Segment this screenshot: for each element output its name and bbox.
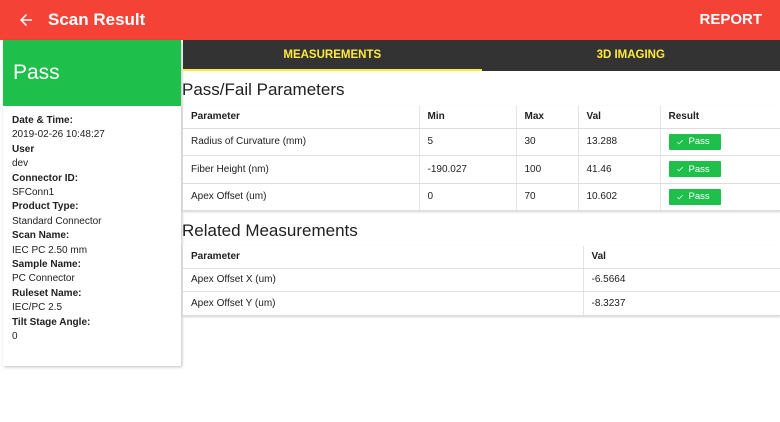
info-value: 0 [12, 331, 18, 343]
pass-badge: Pass [668, 188, 721, 205]
app-bar: Scan Result REPORT [0, 0, 780, 40]
scan-info-list: Date & Time: 2019-02-26 10:48:27 User de… [3, 106, 181, 345]
pass-badge-label: Pass [688, 191, 710, 203]
info-label: Date & Time: [12, 115, 73, 126]
back-button[interactable] [6, 0, 46, 40]
column-header: Max [516, 106, 579, 129]
table-row: Apex Offset Y (um) -8.3237 [183, 291, 780, 316]
cell-max: 70 [516, 183, 579, 211]
cell-min: 0 [419, 183, 517, 211]
pass-badge: Pass [668, 133, 721, 150]
pass-badge: Pass [668, 161, 721, 178]
cell-result: Pass [660, 155, 780, 184]
info-value: SFConn1 [12, 187, 55, 199]
table-row: Radius of Curvature (mm) 5 30 13.288 Pas… [183, 128, 780, 156]
info-label: Product Type: [12, 201, 79, 213]
info-label: Sample Name: [12, 259, 81, 271]
pass-badge-label: Pass [688, 163, 710, 175]
table-header-row: Parameter Min Max Val Result [183, 106, 780, 129]
column-header: Result [660, 106, 780, 129]
cell-val: 13.288 [578, 128, 661, 156]
info-value: IEC/PC 2.5 [12, 302, 63, 314]
cell-max: 30 [516, 128, 579, 156]
table-row: Fiber Height (nm) -190.027 100 41.46 Pas… [183, 155, 780, 184]
info-label: Ruleset Name: [12, 287, 82, 299]
info-label: User [12, 143, 35, 155]
table-header-row: Parameter Val [183, 246, 780, 269]
info-value: Standard Connector [12, 215, 102, 227]
column-header: Val [583, 246, 780, 269]
section-title-pass-fail: Pass/Fail Parameters [182, 80, 345, 99]
cell-val: 41.46 [578, 155, 661, 184]
info-label: Scan Name: [12, 230, 70, 242]
cell-parameter: Apex Offset X (um) [183, 268, 584, 292]
report-button[interactable]: REPORT [699, 0, 762, 40]
cell-min: 5 [419, 128, 517, 156]
check-icon [676, 194, 683, 200]
section-title-related: Related Measurements [182, 221, 358, 240]
related-measurements-table: Parameter Val Apex Offset X (um) -6.5664… [183, 246, 780, 316]
info-value: IEC PC 2.50 mm [12, 244, 88, 256]
info-label: Tilt Stage Angle: [12, 316, 91, 328]
column-header: Min [419, 106, 517, 129]
info-value: 2019-02-26 10:48:27 [12, 129, 105, 141]
cell-min: -190.027 [419, 155, 517, 184]
info-value: PC Connector [12, 273, 75, 285]
column-header: Parameter [183, 246, 584, 269]
pass-fail-table: Parameter Min Max Val Result Radius of C… [183, 106, 780, 211]
cell-parameter: Radius of Curvature (mm) [183, 128, 420, 156]
check-icon [676, 167, 683, 172]
cell-val: 10.602 [578, 183, 661, 211]
cell-parameter: Fiber Height (nm) [183, 155, 420, 184]
cell-result: Pass [660, 128, 780, 156]
cell-val: -8.3237 [583, 291, 780, 316]
cell-val: -6.5664 [583, 268, 780, 292]
column-header: Parameter [183, 106, 420, 129]
page-title: Scan Result [48, 10, 146, 29]
tab-measurements[interactable]: MEASUREMENTS [183, 40, 482, 71]
pass-badge-label: Pass [688, 136, 710, 148]
cell-parameter: Apex Offset Y (um) [183, 291, 584, 316]
column-header: Val [578, 106, 661, 129]
cell-max: 100 [516, 155, 579, 184]
arrow-left-icon [20, 14, 32, 26]
cell-result: Pass [660, 183, 780, 211]
tab-3d-imaging[interactable]: 3D IMAGING [482, 40, 780, 71]
info-label: Connector ID: [12, 172, 79, 184]
check-icon [676, 139, 683, 145]
tab-bar: MEASUREMENTS 3D IMAGING [183, 40, 780, 71]
cell-parameter: Apex Offset (um) [183, 183, 420, 211]
status-banner: Pass [3, 40, 181, 106]
info-value: dev [12, 158, 29, 170]
table-row: Apex Offset (um) 0 70 10.602 Pass [183, 183, 780, 211]
summary-panel: Pass Date & Time: 2019-02-26 10:48:27 Us… [3, 40, 181, 366]
table-row: Apex Offset X (um) -6.5664 [183, 268, 780, 292]
